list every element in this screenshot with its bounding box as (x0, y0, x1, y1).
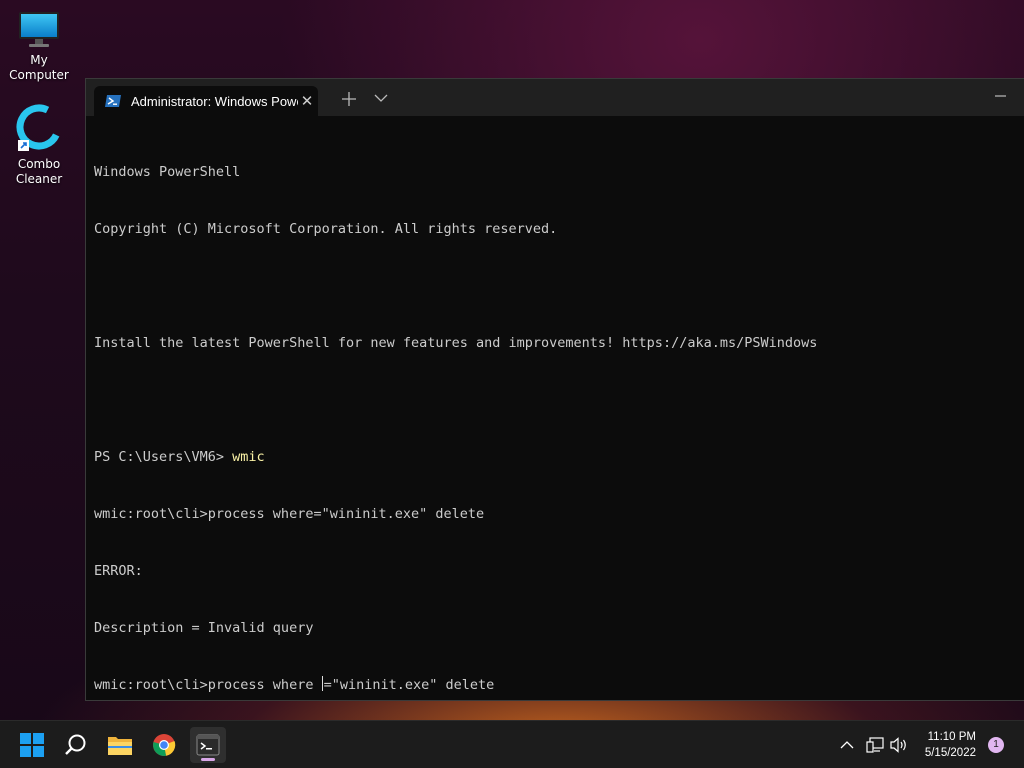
file-explorer-icon (108, 737, 132, 755)
tab-dropdown-button[interactable] (374, 88, 394, 106)
clock-time: 11:10 PM (927, 731, 976, 743)
console-input-after-cursor: ="wininit.exe" delete (323, 677, 495, 693)
chrome-button[interactable] (146, 727, 182, 763)
console-line: wmic:root\cli>process where="wininit.exe… (94, 506, 485, 522)
show-hidden-icons-button[interactable] (834, 727, 860, 763)
chrome-icon (153, 734, 176, 756)
console-line: Copyright (C) Microsoft Corporation. All… (94, 221, 558, 237)
close-tab-icon[interactable]: ✕ (298, 92, 316, 110)
tab-powershell[interactable]: Administrator: Windows PowerS ✕ (94, 86, 318, 116)
chevron-down-icon (374, 94, 388, 102)
clock-date: 5/15/2022 (924, 747, 976, 759)
start-icon (20, 733, 44, 757)
start-button[interactable] (14, 727, 50, 763)
console-line: Install the latest PowerShell for new fe… (94, 335, 818, 351)
taskbar: 11:10 PM 5/15/2022 1 (0, 720, 1024, 768)
file-explorer-button[interactable] (102, 727, 138, 763)
console-line: PS C:\Users\VM6> wmic (94, 448, 1016, 467)
plus-icon (342, 92, 356, 106)
notification-badge[interactable]: 1 (988, 737, 1004, 753)
monitor-icon (17, 10, 61, 50)
console-command: wmic (232, 449, 265, 465)
desktop-icon-combo-cleaner[interactable]: Combo Cleaner (0, 104, 78, 187)
terminal-window[interactable]: Administrator: Windows PowerS ✕ Windows … (85, 78, 1024, 701)
minimize-button[interactable] (994, 88, 1010, 104)
terminal-button[interactable] (190, 727, 226, 763)
text-cursor (321, 676, 323, 691)
new-tab-button[interactable] (338, 87, 360, 111)
console-line: Windows PowerShell (94, 164, 241, 180)
volume-button[interactable] (886, 727, 912, 763)
search-button[interactable] (58, 727, 94, 763)
active-app-indicator (201, 758, 215, 761)
clock[interactable]: 11:10 PM 5/15/2022 (925, 729, 976, 761)
console-input-before-cursor: wmic:root\cli>process where (94, 677, 322, 693)
minimize-icon (995, 95, 1006, 97)
tab-title: Administrator: Windows PowerS (131, 93, 298, 109)
console-prompt: PS C:\Users\VM6> (94, 449, 233, 465)
console-line: Description = Invalid query (94, 620, 314, 636)
console-output[interactable]: Windows PowerShell Copyright (C) Microso… (86, 116, 1024, 742)
desktop-icon-label: My Computer (9, 53, 69, 82)
network-icon (866, 737, 884, 753)
powershell-icon (105, 95, 121, 107)
chevron-up-icon (840, 741, 854, 749)
title-bar[interactable]: Administrator: Windows PowerS ✕ (86, 79, 1024, 116)
volume-icon (890, 737, 906, 753)
desktop-icon-label: Combo Cleaner (15, 157, 63, 186)
desktop-icon-my-computer[interactable]: My Computer (0, 10, 78, 83)
search-icon (65, 734, 86, 755)
console-input-line[interactable]: wmic:root\cli>process where ="wininit.ex… (94, 676, 1016, 695)
combo-cleaner-icon (16, 104, 62, 154)
console-line: ERROR: (94, 563, 143, 579)
network-button[interactable] (862, 727, 888, 763)
terminal-icon (196, 734, 220, 756)
